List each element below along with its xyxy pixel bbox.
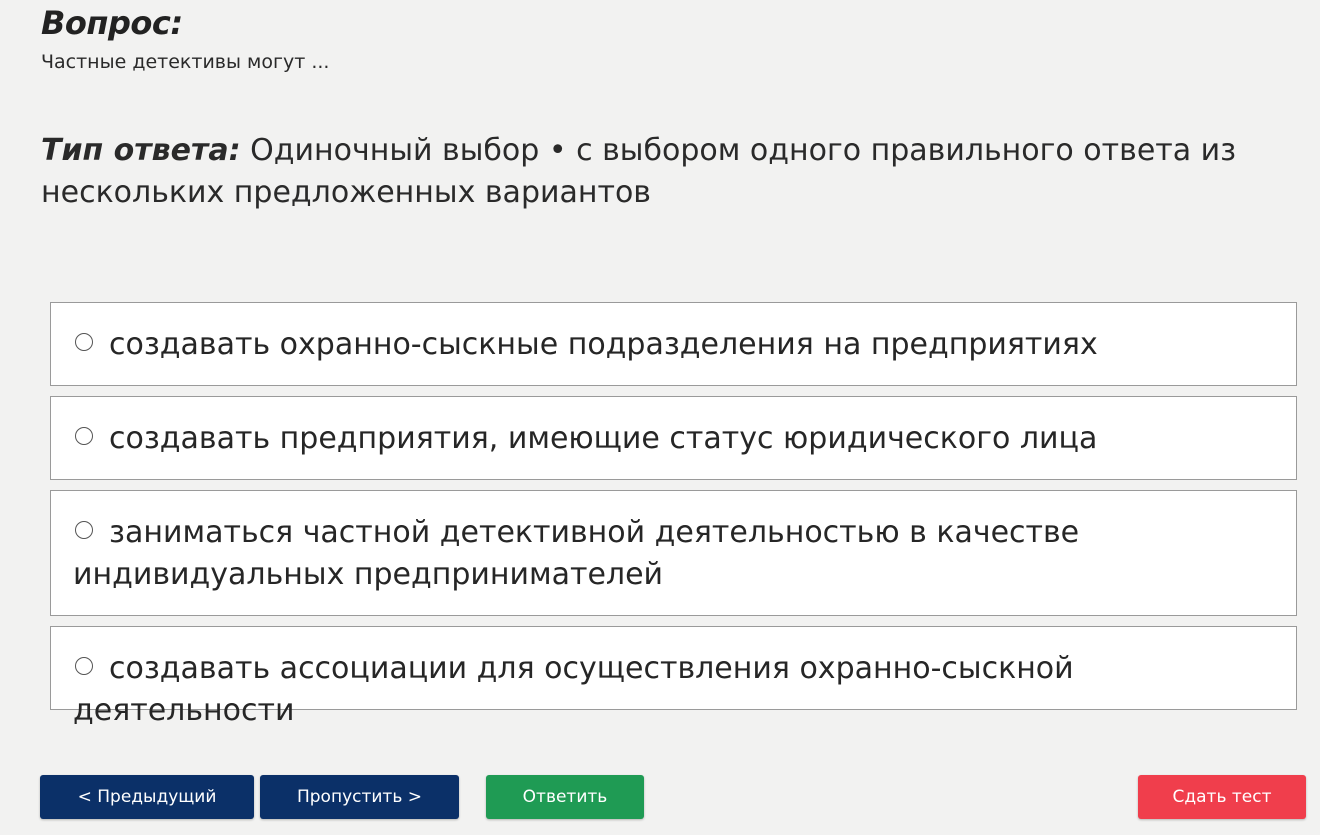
answer-option-label: создавать охранно-сыскные подразделения … [109,327,1098,362]
radio-button-icon[interactable] [75,657,93,675]
answer-option-1[interactable]: создавать охранно-сыскные подразделения … [50,302,1297,386]
answer-option-label: создавать предприятия, имеющие статус юр… [109,421,1098,456]
submit-test-button[interactable]: Сдать тест [1138,775,1306,819]
answer-type: Тип ответа: Одиночный выбор • с выбором … [41,130,1271,214]
radio-button-icon[interactable] [75,521,93,539]
radio-button-icon[interactable] [75,333,93,351]
answer-option-label: заниматься частной детективной деятельно… [73,515,1080,592]
question-heading: Вопрос: [41,4,183,42]
previous-button[interactable]: < Предыдущий [40,775,254,819]
answer-option-3[interactable]: заниматься частной детективной деятельно… [50,490,1297,616]
answer-type-label: Тип ответа: [41,133,241,168]
answer-options: создавать охранно-сыскные подразделения … [50,302,1297,728]
answer-option-4[interactable]: создавать ассоциации для осуществления о… [50,626,1297,728]
answer-button[interactable]: Ответить [486,775,644,819]
answer-option-label: создавать ассоциации для осуществления о… [73,651,1074,728]
skip-button[interactable]: Пропустить > [260,775,459,819]
answer-option-2[interactable]: создавать предприятия, имеющие статус юр… [50,396,1297,480]
question-text: Частные детективы могут ... [41,51,330,73]
radio-button-icon[interactable] [75,427,93,445]
